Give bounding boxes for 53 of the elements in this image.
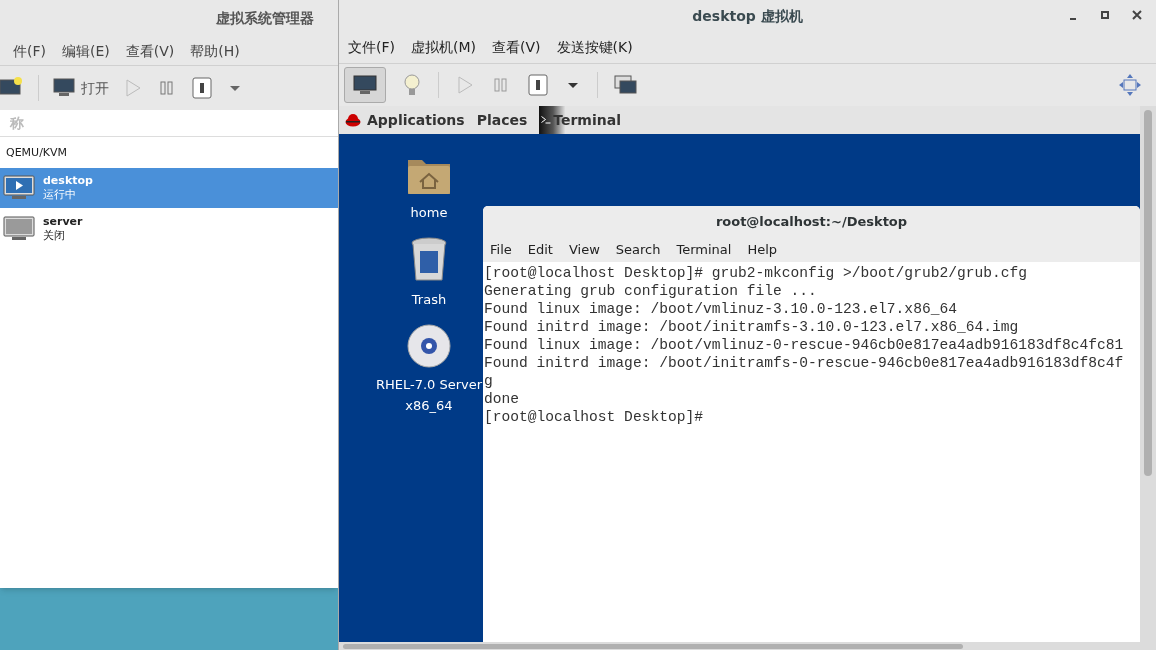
connection-row[interactable]: QEMU/KVM — [0, 139, 338, 167]
menu-item[interactable]: Help — [747, 240, 778, 260]
window-title: desktop 虚拟机 — [692, 6, 803, 26]
dvd-icon[interactable] — [407, 324, 451, 368]
window-title: 虚拟系统管理器 — [216, 9, 314, 28]
terminal-line: Found initrd image: /boot/initramfs-0-rescue-946cb0e817ea4adb916183df8c4f — [484, 354, 1125, 372]
vm-name: desktop — [43, 174, 93, 188]
hat-logo-icon — [345, 113, 361, 127]
power-icon[interactable] — [527, 73, 549, 97]
menu-item[interactable]: Edit — [527, 240, 553, 260]
terminal-line: done — [484, 390, 521, 408]
vm-name: server — [43, 215, 83, 229]
vm-status: 关闭 — [43, 229, 66, 243]
vm-status: 运行中 — [43, 188, 77, 202]
desktop-icon-label[interactable]: RHEL-7.0 Server x86_64 — [372, 374, 486, 416]
menu-item[interactable]: 编辑(E) — [62, 40, 110, 62]
terminal-line: Found initrd image: /boot/initramfs-3.10.0-123.el7.x86_64.img — [484, 318, 1020, 336]
terminal-line: Found linux image: /boot/vmlinuz-3.10.0-123.el7.x86_64 — [484, 300, 958, 318]
terminal-line: [root@localhost Desktop]# — [484, 408, 704, 426]
monitor-icon — [53, 78, 75, 98]
menu-item[interactable]: View — [568, 240, 600, 260]
menu-item[interactable]: 文件(F) — [348, 37, 395, 58]
trash-icon[interactable] — [410, 237, 448, 283]
vm-row[interactable]: server 关闭 — [0, 209, 338, 249]
power-icon[interactable] — [191, 76, 213, 100]
terminal-line: Generating grub configuration file ... — [484, 282, 818, 300]
vm-monitor-icon — [3, 175, 35, 201]
desktop-icon-label[interactable]: home — [372, 202, 486, 223]
terminal-line: [root@localhost Desktop]# grub2-mkconfig >/boot/grub2/grub.cfg — [484, 264, 1028, 282]
monitor-icon — [353, 75, 377, 95]
places-menu[interactable]: Places — [476, 109, 528, 131]
menu-item[interactable]: Search — [615, 240, 661, 260]
maximize-icon[interactable] — [1100, 9, 1110, 21]
terminal-line: Found linux image: /boot/vmlinuz-0-rescue-946cb0e817ea4adb916183df8c4fc81 — [484, 336, 1125, 354]
console-view-button[interactable] — [344, 67, 386, 103]
menu-item[interactable]: File — [490, 240, 512, 260]
menu-item[interactable]: 件(F) — [13, 40, 46, 62]
desktop-icon-label[interactable]: Trash — [372, 289, 486, 310]
screens-icon[interactable] — [614, 73, 638, 97]
menu-item[interactable]: 发送按键(K) — [556, 37, 633, 58]
menu-item[interactable]: 查看(V) — [492, 37, 541, 58]
resize-arrows-icon[interactable] — [1118, 73, 1142, 97]
applications-menu[interactable]: Applications — [345, 109, 465, 131]
window-title: root@localhost:~/Desktop — [715, 213, 908, 232]
close-icon[interactable] — [1132, 9, 1142, 21]
open-button[interactable]: 打开 — [53, 77, 109, 99]
menu-item[interactable]: Terminal — [676, 240, 732, 260]
menu-item[interactable]: 查看(V) — [125, 40, 175, 62]
terminal-line: g — [484, 372, 494, 390]
menu-item[interactable]: 帮助(H) — [190, 40, 240, 62]
terminal-icon — [541, 116, 552, 124]
vm-monitor-icon — [3, 216, 35, 242]
menu-item[interactable]: 虚拟机(M) — [411, 37, 476, 58]
